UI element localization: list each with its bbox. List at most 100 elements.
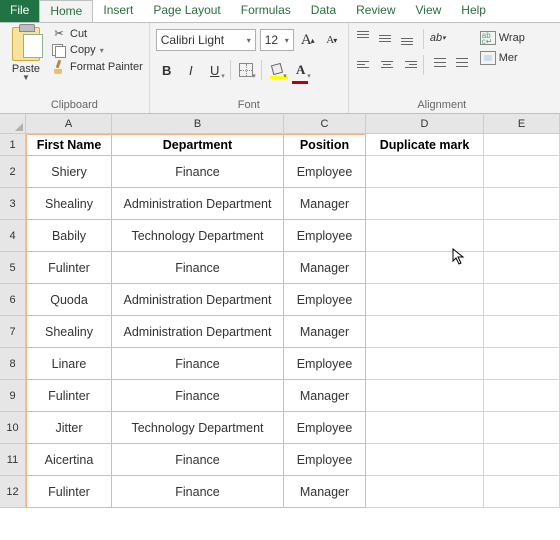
cell[interactable] (366, 444, 484, 476)
col-header[interactable]: D (366, 114, 484, 134)
align-top-button[interactable] (355, 29, 375, 47)
cell[interactable]: First Name (26, 134, 112, 156)
cell[interactable]: Shealiny (26, 188, 112, 220)
cell[interactable]: Jitter (26, 412, 112, 444)
merge-center-button[interactable]: Mer (476, 49, 529, 67)
col-header[interactable]: E (484, 114, 560, 134)
cell[interactable] (366, 380, 484, 412)
cell[interactable]: Employee (284, 348, 366, 380)
borders-button[interactable]: ▾ (235, 59, 257, 81)
cell[interactable] (484, 156, 560, 188)
paste-button[interactable]: Paste ▼ (6, 25, 46, 82)
cell[interactable]: Fulinter (26, 476, 112, 508)
cell[interactable]: Aicertina (26, 444, 112, 476)
cell[interactable] (484, 316, 560, 348)
fill-color-button[interactable]: ▾ (266, 59, 288, 81)
cell[interactable] (484, 134, 560, 156)
font-color-button[interactable]: A▾ (290, 59, 312, 81)
tab-insert[interactable]: Insert (93, 0, 143, 22)
italic-button[interactable]: I (180, 59, 202, 81)
tab-home[interactable]: Home (39, 0, 93, 22)
cell[interactable]: Finance (112, 348, 284, 380)
cell[interactable] (484, 380, 560, 412)
cell[interactable]: Employee (284, 444, 366, 476)
font-name-combo[interactable]: Calibri Light ▾ (156, 29, 256, 51)
tab-data[interactable]: Data (301, 0, 346, 22)
align-left-button[interactable] (355, 55, 375, 73)
cell[interactable] (366, 220, 484, 252)
align-bottom-button[interactable] (399, 29, 419, 47)
row-header[interactable]: 12 (0, 476, 26, 508)
cell[interactable]: Quoda (26, 284, 112, 316)
cell[interactable]: Finance (112, 156, 284, 188)
cell[interactable] (366, 252, 484, 284)
cell[interactable]: Shealiny (26, 316, 112, 348)
cell[interactable] (366, 412, 484, 444)
cell[interactable]: Finance (112, 444, 284, 476)
cell[interactable]: Administration Department (112, 316, 284, 348)
cell[interactable] (366, 188, 484, 220)
cell[interactable] (366, 284, 484, 316)
tab-review[interactable]: Review (346, 0, 405, 22)
cell[interactable]: Fulinter (26, 252, 112, 284)
cell[interactable]: Position (284, 134, 366, 156)
cell[interactable]: Manager (284, 380, 366, 412)
paste-dropdown-icon[interactable]: ▼ (22, 73, 30, 82)
cell[interactable] (484, 188, 560, 220)
align-center-button[interactable] (377, 55, 397, 73)
cell[interactable]: Fulinter (26, 380, 112, 412)
cell[interactable]: Administration Department (112, 188, 284, 220)
format-painter-button[interactable]: Format Painter (52, 60, 143, 74)
cell[interactable]: Department (112, 134, 284, 156)
cell[interactable]: Finance (112, 380, 284, 412)
col-header[interactable]: B (112, 114, 284, 134)
cell[interactable] (484, 476, 560, 508)
cell[interactable]: Linare (26, 348, 112, 380)
row-header[interactable]: 1 (0, 134, 26, 156)
cell[interactable] (366, 156, 484, 188)
cell[interactable]: Manager (284, 476, 366, 508)
cell[interactable] (484, 348, 560, 380)
cell[interactable]: Administration Department (112, 284, 284, 316)
align-right-button[interactable] (399, 55, 419, 73)
row-header[interactable]: 2 (0, 156, 26, 188)
row-header[interactable]: 10 (0, 412, 26, 444)
row-header[interactable]: 7 (0, 316, 26, 348)
row-header[interactable]: 5 (0, 252, 26, 284)
cell[interactable] (484, 284, 560, 316)
tab-page-layout[interactable]: Page Layout (143, 0, 230, 22)
cell[interactable]: Manager (284, 316, 366, 348)
tab-file[interactable]: File (0, 0, 39, 22)
wrap-text-button[interactable]: abc↵ Wrap (476, 29, 529, 47)
worksheet[interactable]: 1 2 3 4 5 6 7 8 9 10 11 12 A B C D E Fir… (0, 114, 560, 508)
cell[interactable] (484, 412, 560, 444)
cell[interactable]: Employee (284, 284, 366, 316)
increase-font-button[interactable]: A▴ (298, 29, 318, 51)
cell[interactable]: Manager (284, 188, 366, 220)
cell[interactable] (484, 252, 560, 284)
col-header[interactable]: A (26, 114, 112, 134)
row-header[interactable]: 3 (0, 188, 26, 220)
row-header[interactable]: 8 (0, 348, 26, 380)
cell[interactable]: Employee (284, 412, 366, 444)
cell[interactable]: Shiery (26, 156, 112, 188)
cell[interactable]: Manager (284, 252, 366, 284)
tab-formulas[interactable]: Formulas (231, 0, 301, 22)
cell[interactable] (484, 220, 560, 252)
cell[interactable]: Duplicate mark (366, 134, 484, 156)
cell[interactable] (366, 316, 484, 348)
cell[interactable] (484, 444, 560, 476)
cell[interactable]: Technology Department (112, 412, 284, 444)
cell[interactable]: Employee (284, 156, 366, 188)
tab-view[interactable]: View (406, 0, 452, 22)
cell[interactable]: Babily (26, 220, 112, 252)
row-header[interactable]: 9 (0, 380, 26, 412)
underline-button[interactable]: U▾ (204, 59, 226, 81)
cell[interactable]: Finance (112, 252, 284, 284)
row-header[interactable]: 6 (0, 284, 26, 316)
copy-button[interactable]: Copy ▾ (52, 44, 143, 56)
cell[interactable]: Finance (112, 476, 284, 508)
col-header[interactable]: C (284, 114, 366, 134)
cell[interactable] (366, 476, 484, 508)
cell[interactable]: Employee (284, 220, 366, 252)
